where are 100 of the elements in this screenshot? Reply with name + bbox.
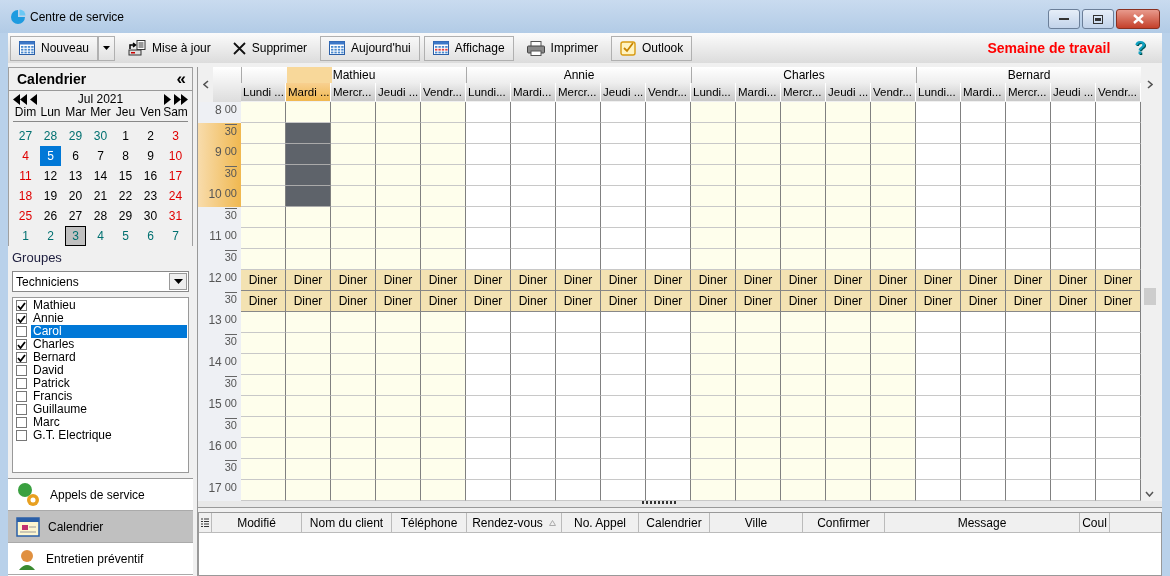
lunch-slot[interactable]: Diner [646, 270, 691, 291]
calendar-day[interactable]: 4 [15, 146, 36, 166]
time-slot-cell[interactable] [826, 102, 871, 123]
day-header[interactable]: Mercr... [781, 83, 826, 101]
time-slot-cell[interactable] [331, 228, 376, 249]
time-slot-cell[interactable] [871, 438, 916, 459]
time-slot-cell[interactable] [466, 249, 511, 270]
time-slot-cell[interactable] [1006, 480, 1051, 501]
time-slot-cell[interactable] [916, 102, 961, 123]
time-slot-cell[interactable] [646, 459, 691, 480]
calendar-day[interactable]: 20 [65, 186, 86, 206]
member-name[interactable]: Annie [31, 312, 187, 325]
time-slot-cell[interactable] [466, 123, 511, 144]
time-slot-cell[interactable] [376, 144, 421, 165]
time-slot-cell[interactable] [556, 459, 601, 480]
time-slot-cell[interactable] [781, 102, 826, 123]
time-slot-cell[interactable] [331, 354, 376, 375]
time-slot-cell[interactable] [736, 228, 781, 249]
time-slot-cell[interactable] [601, 417, 646, 438]
time-slot-cell[interactable] [376, 249, 421, 270]
time-slot-cell[interactable] [1096, 228, 1141, 249]
member-name[interactable]: Marc [31, 416, 187, 429]
day-header[interactable]: Lundi ... [241, 83, 286, 101]
time-slot-cell[interactable] [646, 228, 691, 249]
lunch-slot[interactable]: Diner [736, 270, 781, 291]
day-header[interactable]: Lundi... [691, 83, 736, 101]
member-checkbox[interactable] [16, 300, 27, 311]
time-slot-cell[interactable] [241, 165, 286, 186]
time-slot-cell[interactable] [376, 102, 421, 123]
lunch-slot[interactable]: Diner [916, 291, 961, 312]
time-slot-cell[interactable] [601, 438, 646, 459]
time-slot-cell[interactable] [511, 207, 556, 228]
time-slot-cell[interactable] [916, 417, 961, 438]
lunch-slot[interactable]: Diner [376, 270, 421, 291]
time-slot-cell[interactable] [961, 186, 1006, 207]
time-slot-cell[interactable] [646, 186, 691, 207]
time-slot-cell[interactable] [961, 207, 1006, 228]
time-slot-cell[interactable] [1051, 165, 1096, 186]
lunch-slot[interactable]: Diner [601, 270, 646, 291]
time-slot-cell[interactable] [466, 480, 511, 501]
time-slot-cell[interactable] [286, 396, 331, 417]
member-checkbox[interactable] [16, 365, 27, 376]
time-slot-cell[interactable] [286, 102, 331, 123]
time-slot-cell[interactable] [826, 186, 871, 207]
time-slot-cell[interactable] [1006, 438, 1051, 459]
lunch-slot[interactable]: Diner [421, 270, 466, 291]
time-slot-cell[interactable] [1051, 480, 1096, 501]
member-checkbox[interactable] [16, 378, 27, 389]
day-header[interactable]: Lundi... [916, 83, 961, 101]
calendar-day[interactable]: 28 [40, 126, 61, 146]
lunch-slot[interactable]: Diner [241, 291, 286, 312]
time-slot-cell[interactable] [916, 438, 961, 459]
time-slot-cell[interactable] [871, 480, 916, 501]
time-slot-cell[interactable] [1096, 144, 1141, 165]
time-slot-cell[interactable] [871, 228, 916, 249]
time-slot-cell[interactable] [826, 312, 871, 333]
time-slot-cell[interactable] [556, 333, 601, 354]
time-slot-cell[interactable] [826, 228, 871, 249]
lunch-slot[interactable]: Diner [241, 270, 286, 291]
time-slot-cell[interactable] [826, 207, 871, 228]
time-slot-cell[interactable] [376, 438, 421, 459]
time-slot-cell[interactable] [241, 480, 286, 501]
member-checkbox[interactable] [16, 352, 27, 363]
time-slot-cell[interactable] [691, 354, 736, 375]
calendar-day[interactable]: 26 [40, 206, 61, 226]
member-checkbox[interactable] [16, 430, 27, 441]
time-slot-cell[interactable] [736, 165, 781, 186]
calendar-day[interactable]: 29 [115, 206, 136, 226]
time-slot-cell[interactable] [511, 396, 556, 417]
time-slot-cell[interactable] [916, 312, 961, 333]
day-header[interactable]: Vendr... [871, 83, 916, 101]
splitter-grip[interactable] [642, 501, 678, 504]
time-slot-cell[interactable] [826, 123, 871, 144]
lunch-slot[interactable]: Diner [691, 270, 736, 291]
time-slot-cell[interactable] [646, 438, 691, 459]
time-slot-cell[interactable] [916, 165, 961, 186]
lunch-slot[interactable]: Diner [1096, 270, 1141, 291]
time-slot-cell[interactable] [646, 249, 691, 270]
time-slot-cell[interactable] [556, 312, 601, 333]
calendar-day[interactable]: 5 [40, 146, 61, 166]
time-slot-cell[interactable] [241, 459, 286, 480]
time-slot-cell[interactable] [916, 207, 961, 228]
time-slot-cell[interactable] [511, 375, 556, 396]
time-slot-cell[interactable] [286, 207, 331, 228]
time-slot-cell[interactable] [376, 354, 421, 375]
lunch-slot[interactable]: Diner [331, 291, 376, 312]
member-checkbox[interactable] [16, 326, 27, 337]
time-slot-cell[interactable] [826, 417, 871, 438]
time-slot-cell[interactable] [466, 102, 511, 123]
day-header[interactable]: Mardi... [511, 83, 556, 101]
lunch-slot[interactable]: Diner [286, 291, 331, 312]
time-slot-cell[interactable] [376, 459, 421, 480]
column-header[interactable]: Téléphone [392, 513, 467, 532]
time-slot-cell[interactable] [646, 333, 691, 354]
time-slot-cell[interactable] [826, 396, 871, 417]
time-slot-cell[interactable] [466, 354, 511, 375]
time-slot-cell[interactable] [286, 333, 331, 354]
column-header[interactable]: Nom du client [302, 513, 392, 532]
time-slot-cell[interactable] [781, 249, 826, 270]
lunch-slot[interactable]: Diner [781, 291, 826, 312]
